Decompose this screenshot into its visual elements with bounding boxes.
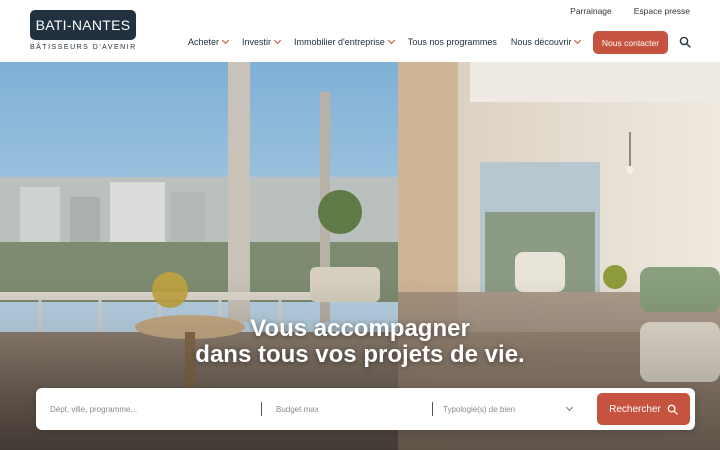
main-nav: Acheter Investir Immobilier d'entreprise… xyxy=(188,31,594,53)
nav-item-nous-decouvrir[interactable]: Nous découvrir xyxy=(510,36,582,47)
nav-item-tous-nos-programmes[interactable]: Tous nos programmes xyxy=(408,37,497,47)
property-type-select[interactable]: Typologie(s) de bien xyxy=(443,388,583,430)
field-divider xyxy=(261,402,262,416)
chevron-down-icon xyxy=(387,36,395,45)
site-header: Parrainage Espace presse BATI-NANTES BÂT… xyxy=(0,0,720,62)
nav-item-label: Investir xyxy=(242,37,272,47)
nav-item-label: Tous nos programmes xyxy=(407,37,497,47)
logo[interactable]: BATI-NANTES BÂTISSEURS D'AVENIR xyxy=(30,10,136,51)
logo-name: BATI-NANTES xyxy=(30,10,136,40)
field-divider xyxy=(432,402,433,416)
nav-item-label: Nous découvrir xyxy=(510,37,572,47)
budget-input[interactable]: Budget max xyxy=(276,388,426,430)
hero-headline-line-1: Vous accompagner xyxy=(250,315,470,342)
property-search-bar: Dépt, ville, programme... Budget max Typ… xyxy=(36,388,695,430)
hero-headline-line-2: dans tous vos projets de vie. xyxy=(195,341,525,368)
location-input[interactable]: Dépt, ville, programme... xyxy=(50,388,260,430)
search-submit-button[interactable]: Rechercher xyxy=(597,393,690,425)
nav-item-investir[interactable]: Investir xyxy=(242,36,282,47)
nav-item-immobilier-entreprise[interactable]: Immobilier d'entreprise xyxy=(294,36,395,47)
chevron-down-icon xyxy=(274,36,282,45)
nav-item-acheter[interactable]: Acheter xyxy=(188,36,230,47)
hero-headline: Vous accompagner dans tous vos projets d… xyxy=(0,316,720,368)
nav-item-label: Immobilier d'entreprise xyxy=(294,37,385,47)
search-icon xyxy=(667,404,678,415)
search-icon[interactable] xyxy=(679,36,691,48)
chevron-down-icon xyxy=(221,36,230,45)
nav-item-label: Acheter xyxy=(188,37,220,47)
logo-tagline: BÂTISSEURS D'AVENIR xyxy=(30,44,137,51)
top-links: Parrainage Espace presse xyxy=(570,6,690,16)
top-link-espace-presse[interactable]: Espace presse xyxy=(634,6,690,16)
chevron-down-icon xyxy=(574,36,582,45)
contact-button[interactable]: Nous contacter xyxy=(593,31,668,54)
search-button-label: Rechercher xyxy=(609,403,661,415)
top-link-parrainage[interactable]: Parrainage xyxy=(570,6,612,16)
